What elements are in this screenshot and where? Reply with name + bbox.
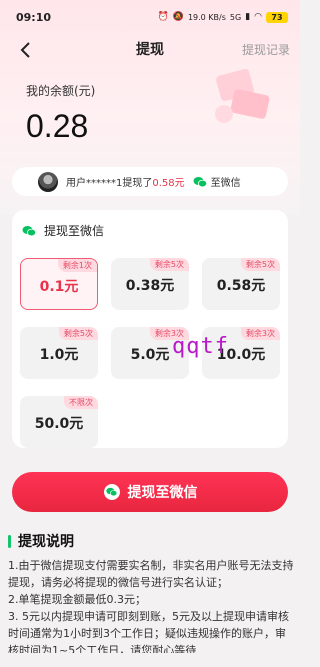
- ticker-amount: 0.58元: [152, 178, 185, 189]
- amount-label: 50.0元: [34, 416, 84, 432]
- withdraw-record-link[interactable]: 提现记录: [242, 34, 290, 66]
- money-decoration-icon: [215, 68, 270, 123]
- back-button[interactable]: [12, 37, 38, 63]
- instruction-line: 1.由于微信提现支付需要实名制，非实名用户账号无法支持提现，请务必将提现的微信号…: [8, 559, 294, 589]
- amount-option[interactable]: 剩余5次 1.0元: [20, 327, 98, 379]
- instruction-line: 2.单笔提现金额最低0.3元；: [8, 593, 146, 606]
- amount-label: 0.1元: [39, 279, 79, 295]
- watermark-text: qqtf: [172, 334, 229, 359]
- status-icons: ⏰ 🔕 19.0 KB/s 5G ▮ ◠ 73: [157, 11, 288, 23]
- instructions-body: 1.由于微信提现支付需要实名制，非实名用户账号无法支持提现，请务必将提现的微信号…: [8, 557, 294, 659]
- wechat-icon: [103, 484, 120, 500]
- wechat-icon: [22, 225, 36, 236]
- balance-label: 我的余额(元): [26, 84, 96, 98]
- amount-label: 0.38元: [125, 278, 175, 294]
- amount-label: 1.0元: [39, 347, 79, 363]
- nav-bar: 提现 提现记录: [0, 34, 300, 66]
- remaining-badge: 剩余5次: [149, 258, 189, 271]
- instruction-line: 3. 5元以内提现申请可即刻到账，5元及以上提现申请审核时间通常为1小时到3个工…: [8, 610, 289, 657]
- remaining-badge: 剩余5次: [58, 327, 98, 340]
- avatar: [38, 171, 58, 192]
- wechat-icon: [193, 176, 207, 187]
- amount-label: 0.58元: [216, 278, 266, 294]
- card-title-text: 提现至微信: [44, 224, 105, 238]
- remaining-badge: 剩余3次: [240, 327, 280, 340]
- remaining-badge: 剩余5次: [240, 258, 280, 271]
- chevron-left-icon: [20, 42, 30, 58]
- wifi-icon: ◠: [254, 12, 262, 22]
- card-title: 提现至微信: [22, 222, 104, 239]
- battery-icon: 73: [266, 11, 288, 23]
- withdraw-button[interactable]: 提现至微信: [12, 472, 288, 512]
- amount-option[interactable]: 剩余5次 0.58元: [202, 258, 280, 310]
- instructions-title-text: 提现说明: [18, 534, 74, 550]
- withdraw-options-card: 提现至微信 剩余1次 0.1元 剩余5次 0.38元 剩余5次 0.58元 剩余5次 1.0元…: [12, 210, 288, 448]
- amount-option[interactable]: 剩余1次 0.1元: [20, 258, 98, 310]
- bottom-edge: [0, 653, 300, 667]
- remaining-badge: 不限次: [64, 396, 98, 409]
- network-speed: 19.0 KB/s: [187, 12, 226, 22]
- status-time: 09:10: [16, 10, 52, 24]
- mute-icon: 🔕: [172, 12, 184, 22]
- balance-value: 0.28: [26, 108, 89, 144]
- alarm-icon: ⏰: [157, 12, 169, 22]
- remaining-badge: 剩余1次: [57, 259, 97, 272]
- amount-option[interactable]: 剩余5次 0.38元: [111, 258, 189, 310]
- network-type: 5G: [229, 12, 242, 22]
- instructions-title: 提现说明: [8, 531, 74, 551]
- withdraw-ticker: 用户******1提现了 0.58元 至微信: [12, 167, 288, 196]
- status-bar: 09:10 ⏰ 🔕 19.0 KB/s 5G ▮ ◠ 73: [0, 0, 300, 34]
- ticker-dest: 至微信: [210, 178, 241, 189]
- ticker-user: 用户******1提现了: [66, 178, 153, 189]
- withdraw-button-label: 提现至微信: [127, 485, 198, 501]
- signal-icon: ▮: [245, 12, 251, 22]
- section-bar: [8, 534, 11, 548]
- amount-option[interactable]: 不限次 50.0元: [20, 396, 98, 448]
